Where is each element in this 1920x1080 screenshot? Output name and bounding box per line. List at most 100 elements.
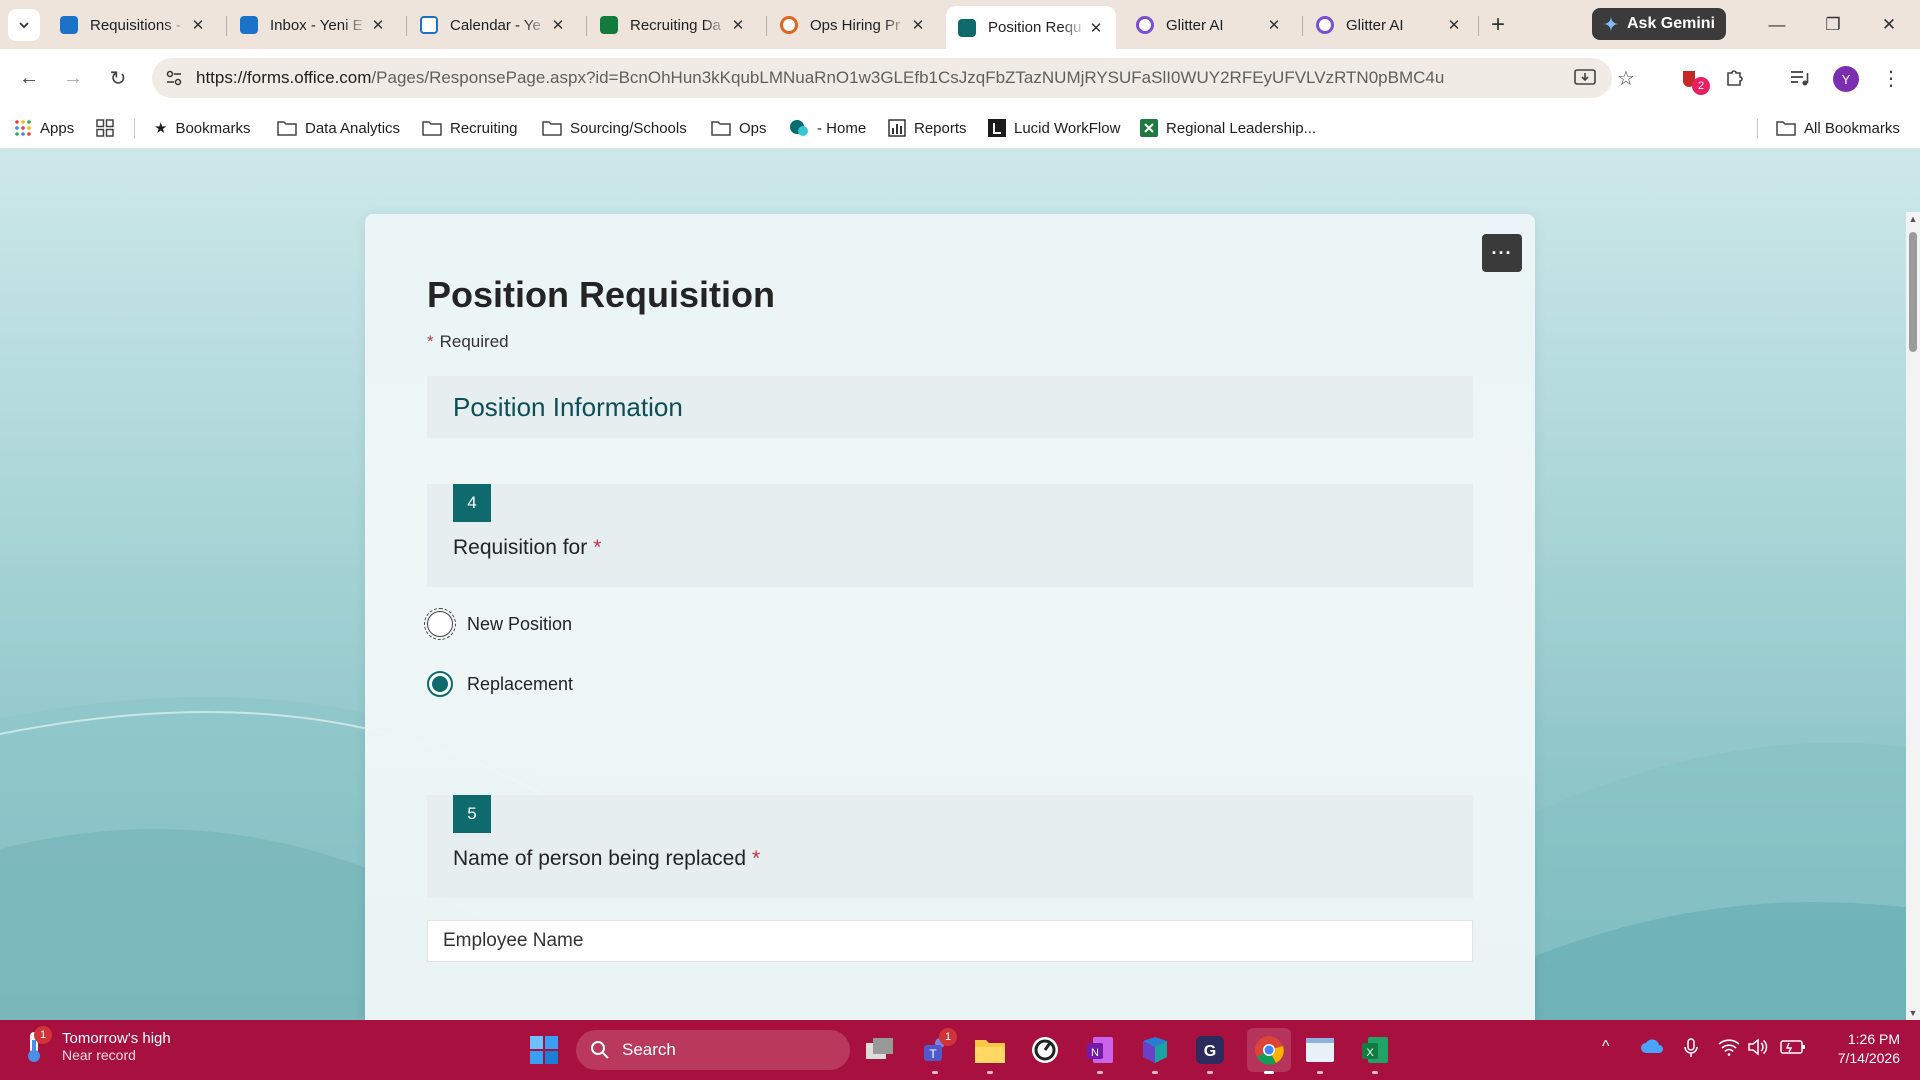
profile-avatar[interactable]: Y xyxy=(1833,66,1859,92)
microphone-icon xyxy=(1684,1038,1698,1057)
tab-title: Inbox - Yeni E xyxy=(270,16,363,34)
back-button[interactable]: ← xyxy=(14,63,44,93)
battery-tray[interactable] xyxy=(1780,1038,1806,1059)
tab-glitter-ai-2[interactable]: Glitter AI ✕ xyxy=(1304,6,1474,44)
start-button[interactable] xyxy=(526,1032,562,1068)
browser-menu-button[interactable]: ⋮ xyxy=(1878,65,1904,91)
close-icon[interactable]: ✕ xyxy=(1086,18,1106,38)
close-icon[interactable]: ✕ xyxy=(188,15,208,35)
close-icon[interactable]: ✕ xyxy=(908,15,928,35)
site-info-icon[interactable] xyxy=(160,64,188,92)
taskbar-m365[interactable] xyxy=(1137,1032,1173,1074)
onedrive-tray[interactable] xyxy=(1640,1038,1664,1059)
tab-groups-button[interactable] xyxy=(96,117,122,139)
taskbar-excel[interactable]: X xyxy=(1357,1032,1393,1074)
close-icon[interactable]: ✕ xyxy=(368,15,388,35)
tab-inbox[interactable]: Inbox - Yeni E ✕ xyxy=(228,6,398,44)
restore-button[interactable]: ❐ xyxy=(1813,10,1853,40)
taskbar-glitter[interactable]: G xyxy=(1192,1032,1228,1074)
install-app-button[interactable] xyxy=(1572,65,1598,91)
bookmark-reports[interactable]: Reports xyxy=(888,117,967,139)
question-4: 4 Requisition for * xyxy=(427,484,1473,587)
required-asterisk: * xyxy=(593,536,602,559)
forward-button[interactable]: → xyxy=(58,63,88,93)
folder-icon xyxy=(975,1040,1005,1063)
taskbar-task-view[interactable] xyxy=(862,1032,898,1068)
bookmark-label: Data Analytics xyxy=(305,119,401,137)
taskbar-window-app[interactable] xyxy=(1302,1032,1338,1074)
tab-glitter-ai-1[interactable]: Glitter AI ✕ xyxy=(1124,6,1294,44)
taskbar-app-dial[interactable] xyxy=(1027,1032,1063,1068)
media-queue-icon xyxy=(1791,71,1809,86)
page-scrollbar[interactable]: ▲ ▼ xyxy=(1906,212,1920,1020)
media-controls-button[interactable] xyxy=(1787,65,1813,91)
close-icon[interactable]: ✕ xyxy=(728,15,748,35)
clock-time: 1:26 PM xyxy=(1847,1031,1900,1047)
excel-icon xyxy=(1140,119,1158,137)
new-tab-button[interactable]: + xyxy=(1484,11,1512,39)
replaced-person-input[interactable]: Employee Name xyxy=(427,920,1473,962)
tab-search-button[interactable] xyxy=(8,9,40,41)
scroll-up-arrow-icon[interactable]: ▲ xyxy=(1908,214,1918,224)
folder-icon xyxy=(277,120,297,136)
taskbar-chrome[interactable] xyxy=(1247,1028,1291,1074)
volume-tray[interactable] xyxy=(1748,1038,1768,1061)
tab-calendar[interactable]: Calendar - Ye ✕ xyxy=(408,6,578,44)
reload-button[interactable]: ↻ xyxy=(103,63,133,93)
radio-button[interactable] xyxy=(424,608,456,640)
scroll-down-arrow-icon[interactable]: ▼ xyxy=(1908,1008,1918,1018)
cloud-icon xyxy=(1641,1039,1663,1053)
close-icon[interactable]: ✕ xyxy=(548,15,568,35)
bookmark-lucid-workflow[interactable]: Lucid WorkFlow xyxy=(988,117,1120,139)
taskbar-search[interactable]: Search xyxy=(576,1030,850,1070)
office-icon xyxy=(780,16,798,34)
question-label: Requisition for xyxy=(453,536,588,559)
ask-gemini-button[interactable]: Ask Gemini xyxy=(1592,8,1726,40)
scroll-thumb[interactable] xyxy=(1909,232,1917,352)
extensions-menu-button[interactable] xyxy=(1722,65,1748,91)
taskbar-teams[interactable]: T 1 xyxy=(917,1028,957,1074)
taskbar-onenote[interactable]: N xyxy=(1082,1032,1118,1074)
close-icon[interactable]: ✕ xyxy=(1264,15,1284,35)
address-bar[interactable]: https://forms.office.com/Pages/ResponseP… xyxy=(152,58,1612,98)
minimize-button[interactable]: — xyxy=(1757,10,1797,40)
option-replacement[interactable]: Replacement xyxy=(427,669,573,699)
taskbar-file-explorer[interactable] xyxy=(972,1032,1008,1074)
bookmark-data-analytics[interactable]: Data Analytics xyxy=(277,117,400,139)
form-title: Position Requisition xyxy=(427,274,775,315)
restore-icon: ❐ xyxy=(1825,15,1841,34)
microphone-tray[interactable] xyxy=(1684,1038,1698,1063)
extension-button[interactable]: 2 xyxy=(1678,65,1710,95)
bookmark-all-bookmarks[interactable]: All Bookmarks xyxy=(1776,117,1900,139)
svg-text:N: N xyxy=(1091,1047,1099,1059)
weather-line-1: Tomorrow's high xyxy=(62,1029,171,1047)
tab-recruiting-dashboard[interactable]: Recruiting Da ✕ xyxy=(588,6,758,44)
tab-requisitions[interactable]: Requisitions - ✕ xyxy=(48,6,218,44)
tray-overflow-button[interactable]: ^ xyxy=(1602,1038,1610,1056)
bookmark-ops[interactable]: Ops xyxy=(711,117,767,139)
radio-button-selected[interactable] xyxy=(427,671,453,697)
chevron-down-icon xyxy=(19,22,29,29)
bookmark-star-button[interactable]: ☆ xyxy=(1613,65,1639,91)
bookmark-separator xyxy=(1757,119,1758,139)
bookmark-recruiting[interactable]: Recruiting xyxy=(422,117,518,139)
url-host: https://forms.office.com xyxy=(196,68,372,87)
star-icon: ★ xyxy=(154,120,168,137)
close-icon[interactable]: ✕ xyxy=(1444,15,1464,35)
bookmark-apps[interactable]: Apps xyxy=(14,117,74,139)
system-clock[interactable]: 1:26 PM 7/14/2026 xyxy=(1810,1030,1900,1068)
option-new-position[interactable]: New Position xyxy=(424,608,572,640)
tab-position-requisition[interactable]: Position Requ ✕ xyxy=(946,6,1116,49)
tab-ops-hiring[interactable]: Ops Hiring Pr ✕ xyxy=(768,6,938,44)
bookmark-home[interactable]: - Home xyxy=(789,117,866,139)
wifi-tray[interactable] xyxy=(1718,1038,1740,1061)
bookmark-sourcing-schools[interactable]: Sourcing/Schools xyxy=(542,117,687,139)
close-window-button[interactable]: ✕ xyxy=(1869,10,1909,40)
bookmark-bookmarks[interactable]: ★ Bookmarks xyxy=(154,117,250,139)
speaker-icon xyxy=(1748,1038,1768,1056)
weather-widget[interactable]: 1 Tomorrow's high Near record xyxy=(22,1026,171,1064)
more-options-button[interactable]: ··· xyxy=(1482,234,1522,272)
tab-title: Ops Hiring Pr xyxy=(810,16,901,34)
weather-line-2: Near record xyxy=(62,1046,136,1063)
bookmark-regional-leadership[interactable]: Regional Leadership... xyxy=(1140,117,1316,139)
